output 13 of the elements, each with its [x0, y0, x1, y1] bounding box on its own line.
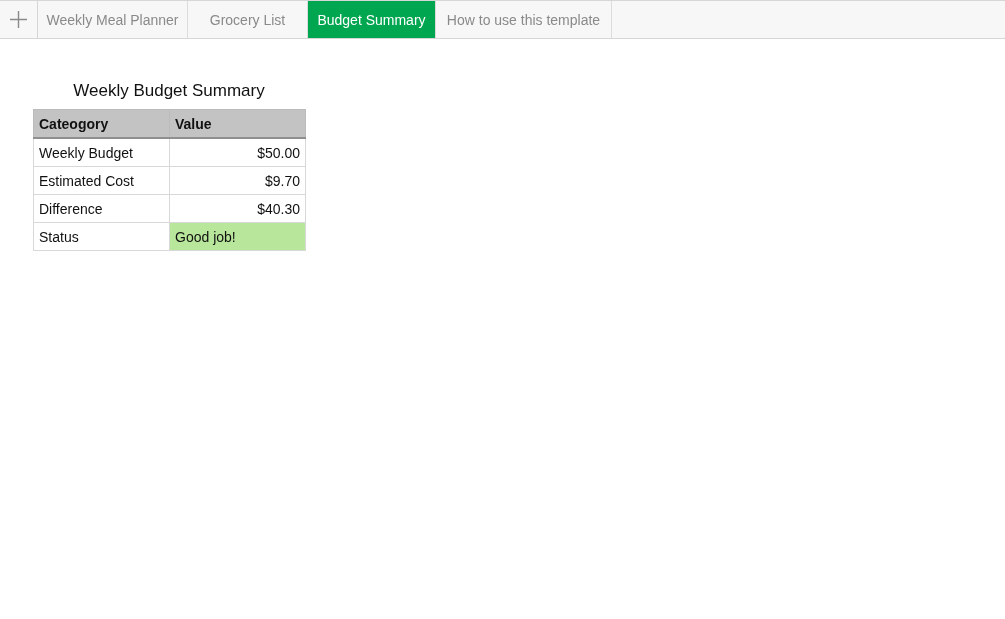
- table-cell: Status: [33, 222, 170, 251]
- table-cell: $9.70: [169, 166, 306, 195]
- column-header: Cateogory: [33, 109, 170, 138]
- table-cell: $50.00: [169, 138, 306, 167]
- table-cell: Good job!: [169, 222, 306, 251]
- table-cell: Difference: [33, 194, 170, 223]
- column-header: Value: [169, 109, 306, 138]
- table-cell: Estimated Cost: [33, 166, 170, 195]
- plus-icon: [10, 11, 27, 28]
- table-title: Weekly Budget Summary: [72, 81, 266, 101]
- table-cell: Weekly Budget: [33, 138, 170, 167]
- sheet-tab[interactable]: Budget Summary: [308, 1, 436, 38]
- table-cell: $40.30: [169, 194, 306, 223]
